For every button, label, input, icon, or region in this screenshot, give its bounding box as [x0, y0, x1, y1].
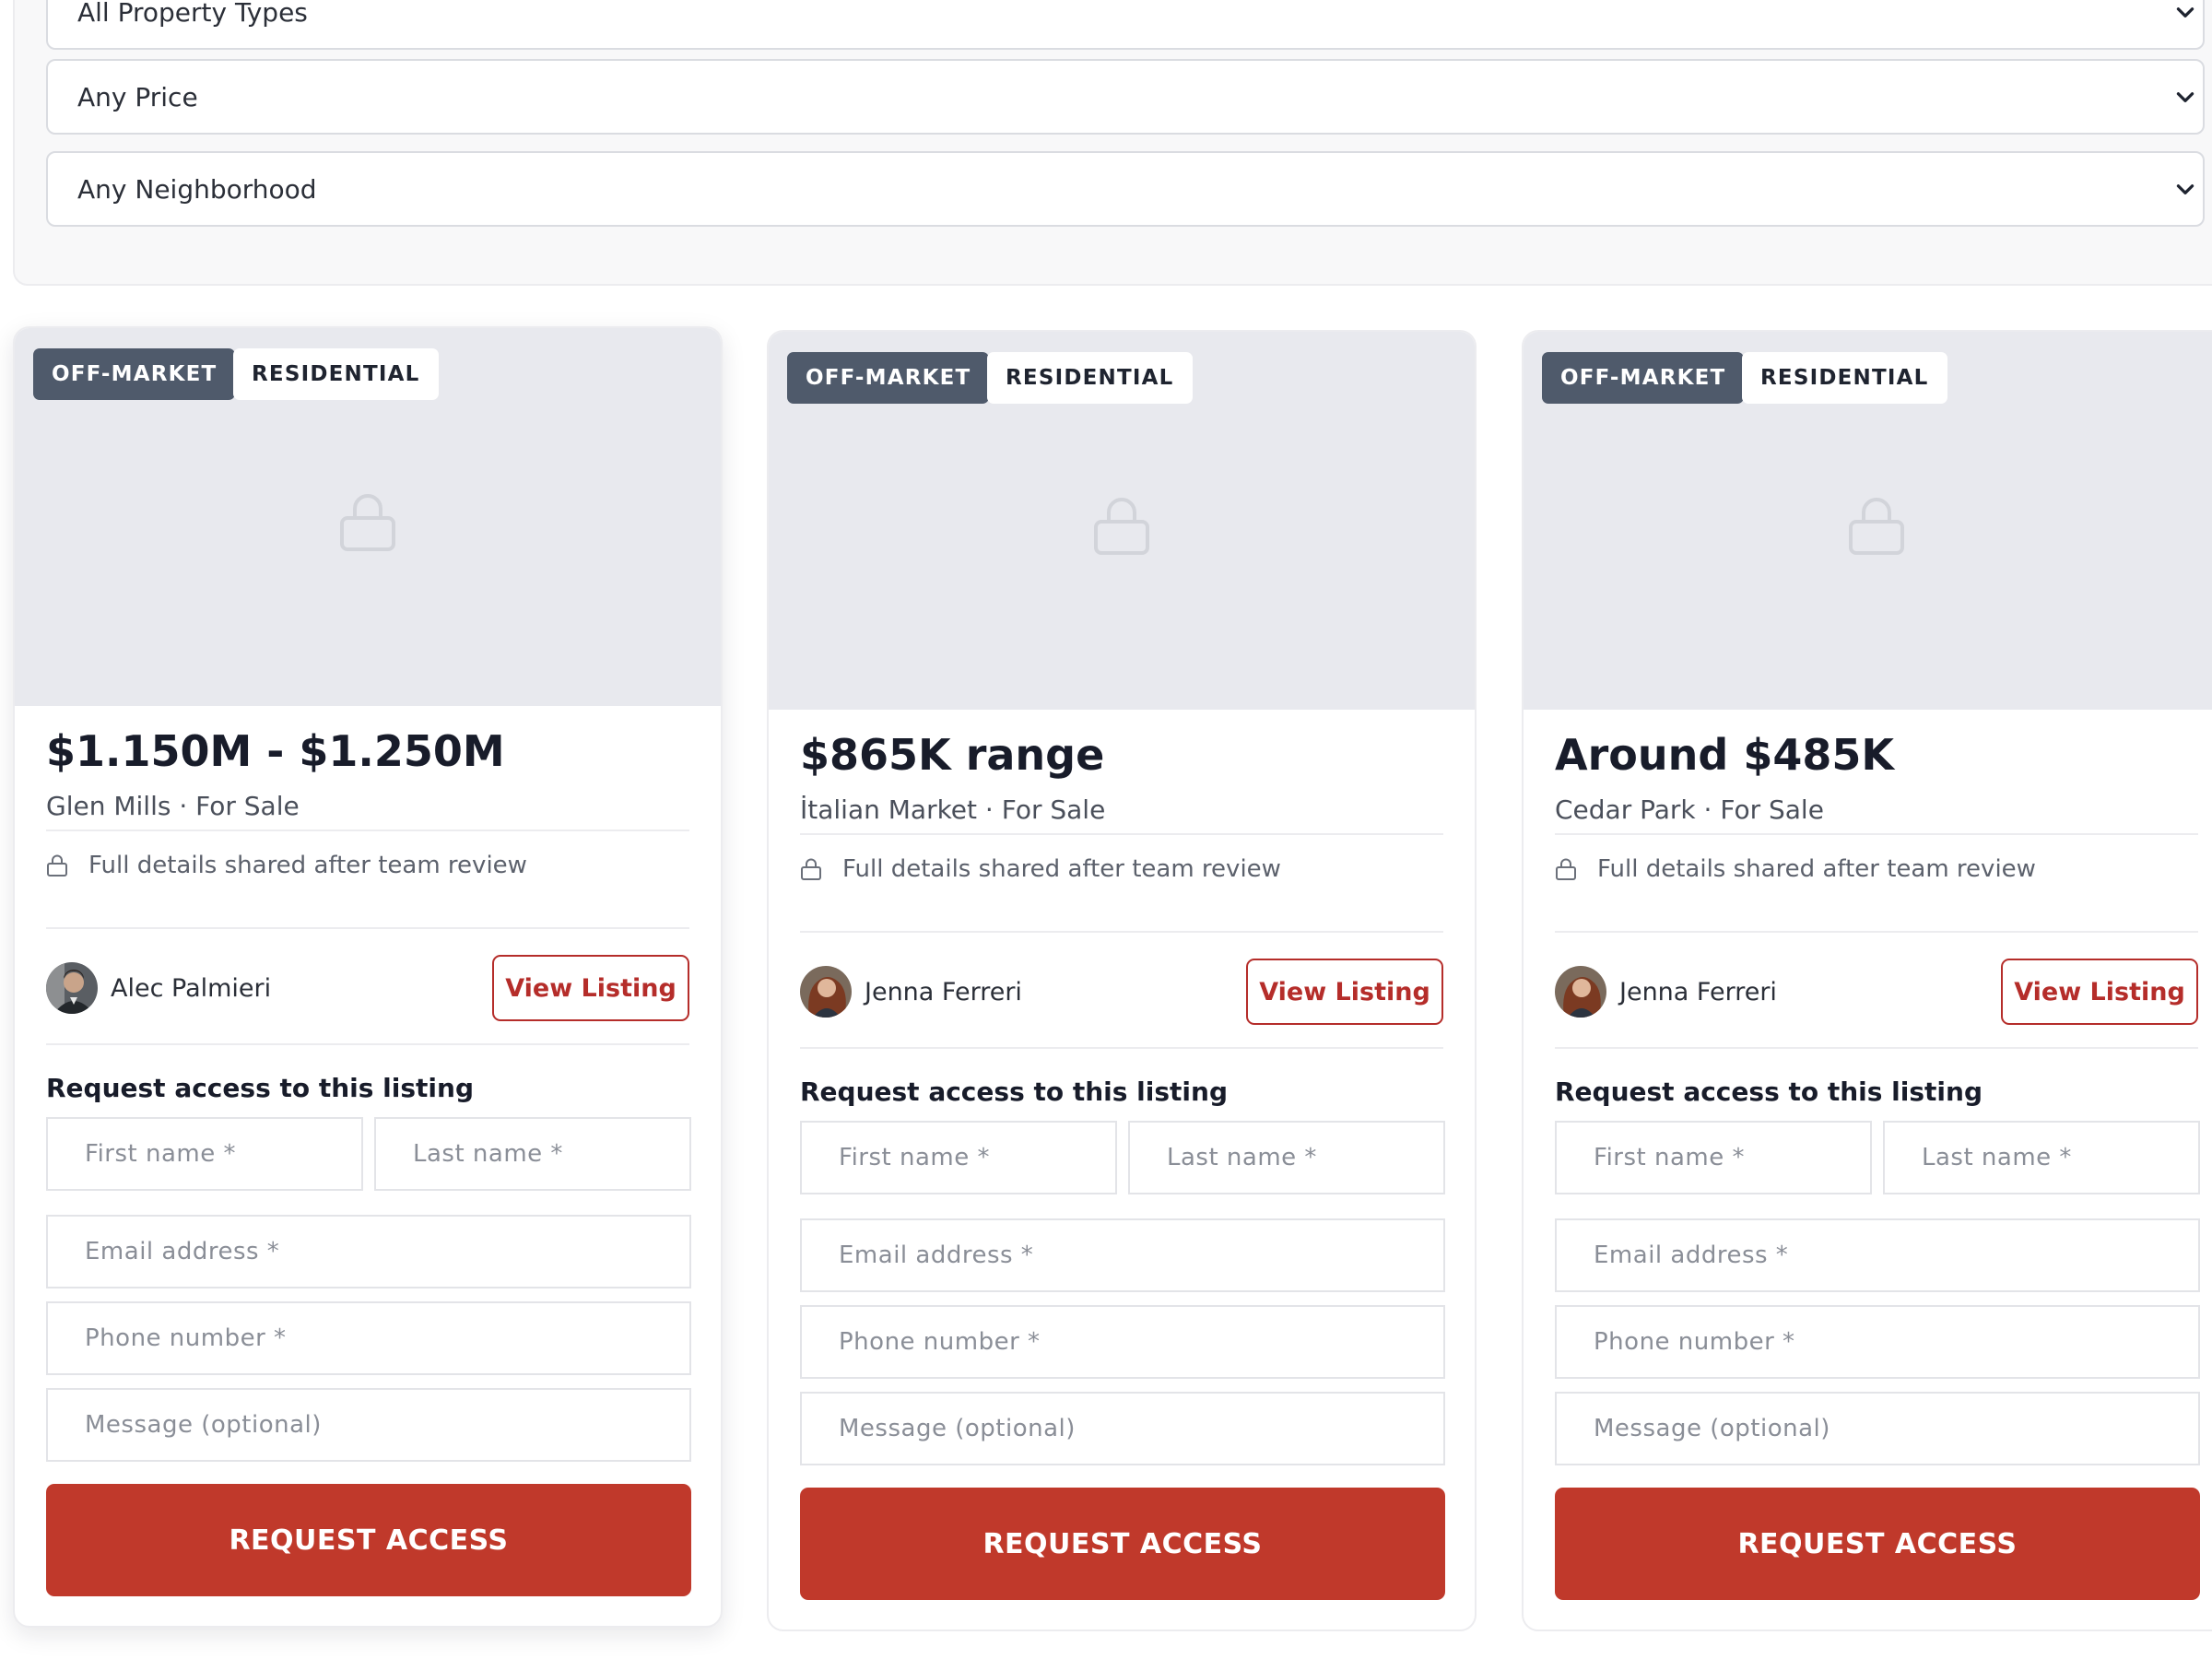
request-access-button[interactable]: REQUEST ACCESS	[1555, 1488, 2200, 1600]
property-type-badge: RESIDENTIAL	[1742, 352, 1947, 404]
avatar	[46, 962, 98, 1014]
phone-input[interactable]: Phone number *	[1555, 1305, 2200, 1379]
email-input[interactable]: Email address *	[46, 1215, 691, 1288]
phone-input[interactable]: Phone number *	[800, 1305, 1445, 1379]
status-badge: OFF-MARKET	[33, 348, 236, 400]
property-type-select-value: All Property Types	[77, 0, 308, 28]
request-form-title: Request access to this listing	[46, 1073, 474, 1103]
chevron-down-icon	[2176, 92, 2194, 102]
listing-location: Cedar Park · For Sale	[1555, 794, 1824, 825]
divider	[1555, 931, 2198, 933]
avatar	[800, 966, 852, 1018]
message-input[interactable]: Message (optional)	[1555, 1392, 2200, 1465]
view-listing-button[interactable]: View Listing	[492, 955, 689, 1021]
last-name-input[interactable]: Last name *	[1128, 1121, 1445, 1194]
last-name-input[interactable]: Last name *	[374, 1117, 691, 1191]
listing-image-placeholder: OFF-MARKET RESIDENTIAL	[1524, 332, 2212, 710]
phone-input[interactable]: Phone number *	[46, 1301, 691, 1375]
first-name-input[interactable]: First name *	[1555, 1121, 1872, 1194]
lock-icon	[1556, 858, 1576, 880]
email-input[interactable]: Email address *	[800, 1218, 1445, 1292]
first-name-input[interactable]: First name *	[46, 1117, 363, 1191]
request-access-button[interactable]: REQUEST ACCESS	[800, 1488, 1445, 1600]
listing-image-placeholder: OFF-MARKET RESIDENTIAL	[15, 328, 721, 706]
privacy-note-text: Full details shared after team review	[1597, 855, 2036, 883]
avatar	[1555, 966, 1606, 1018]
status-badge: OFF-MARKET	[787, 352, 990, 404]
property-type-select[interactable]: All Property Types	[46, 0, 2205, 50]
message-input[interactable]: Message (optional)	[46, 1388, 691, 1462]
request-form-title: Request access to this listing	[800, 1077, 1228, 1107]
divider	[46, 927, 689, 929]
listing-location: Glen Mills · For Sale	[46, 791, 300, 821]
property-type-badge: RESIDENTIAL	[987, 352, 1193, 404]
lock-icon	[801, 858, 821, 880]
request-form-title: Request access to this listing	[1555, 1077, 1983, 1107]
price-select-value: Any Price	[77, 81, 198, 112]
agent-name: Jenna Ferreri	[865, 977, 1022, 1006]
agent-info: Jenna Ferreri	[800, 959, 1022, 1025]
view-listing-button[interactable]: View Listing	[1246, 959, 1443, 1025]
privacy-note: Full details shared after team review	[800, 855, 1281, 883]
filter-panel: All Property Types Any Price Any Neighbo…	[13, 0, 2212, 286]
agent-name: Jenna Ferreri	[1619, 977, 1777, 1006]
privacy-note-text: Full details shared after team review	[842, 855, 1281, 883]
agent-info: Jenna Ferreri	[1555, 959, 1777, 1025]
lock-icon	[1094, 498, 1149, 555]
listing-card: OFF-MARKET RESIDENTIAL $865K range İtali…	[767, 330, 1477, 1631]
divider	[800, 833, 1443, 835]
listing-price: Around $485K	[1555, 730, 1894, 780]
divider	[46, 830, 689, 831]
lock-icon	[1849, 498, 1904, 555]
agent-info: Alec Palmieri	[46, 955, 271, 1021]
price-select[interactable]: Any Price	[46, 59, 2205, 135]
lock-icon	[340, 494, 395, 551]
chevron-down-icon	[2176, 184, 2194, 194]
privacy-note: Full details shared after team review	[1555, 855, 2036, 883]
listing-price: $865K range	[800, 730, 1105, 780]
privacy-note-text: Full details shared after team review	[88, 852, 527, 879]
neighborhood-select[interactable]: Any Neighborhood	[46, 151, 2205, 227]
first-name-input[interactable]: First name *	[800, 1121, 1117, 1194]
chevron-down-icon	[2176, 7, 2194, 18]
listing-card: OFF-MARKET RESIDENTIAL $1.150M - $1.250M…	[13, 326, 723, 1628]
divider	[1555, 833, 2198, 835]
request-access-button[interactable]: REQUEST ACCESS	[46, 1484, 691, 1596]
neighborhood-select-value: Any Neighborhood	[77, 173, 317, 205]
divider	[800, 931, 1443, 933]
agent-name: Alec Palmieri	[111, 973, 272, 1003]
status-badge: OFF-MARKET	[1542, 352, 1745, 404]
message-input[interactable]: Message (optional)	[800, 1392, 1445, 1465]
divider	[46, 1043, 689, 1045]
last-name-input[interactable]: Last name *	[1883, 1121, 2200, 1194]
listing-image-placeholder: OFF-MARKET RESIDENTIAL	[769, 332, 1475, 710]
listing-price: $1.150M - $1.250M	[46, 726, 505, 776]
email-input[interactable]: Email address *	[1555, 1218, 2200, 1292]
divider	[1555, 1047, 2198, 1049]
view-listing-button[interactable]: View Listing	[2001, 959, 2198, 1025]
listing-location: İtalian Market · For Sale	[800, 794, 1106, 825]
divider	[800, 1047, 1443, 1049]
privacy-note: Full details shared after team review	[46, 852, 527, 879]
property-type-badge: RESIDENTIAL	[233, 348, 439, 400]
lock-icon	[47, 854, 67, 877]
listing-card: OFF-MARKET RESIDENTIAL Around $485K Ceda…	[1522, 330, 2212, 1631]
